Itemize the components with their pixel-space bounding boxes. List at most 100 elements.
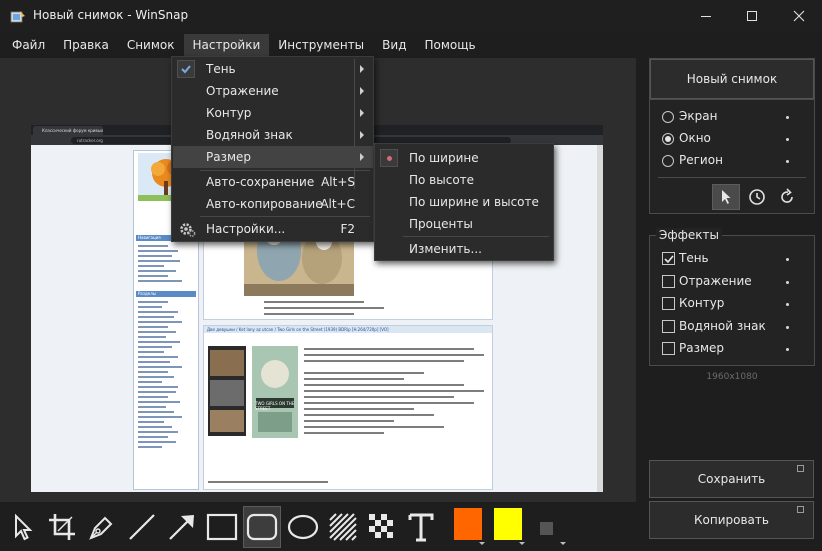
- effect-outline[interactable]: Контур: [662, 295, 802, 313]
- cursor-icon: [722, 190, 731, 204]
- menu-edit[interactable]: Правка: [54, 34, 118, 56]
- copy-button[interactable]: Копировать: [649, 501, 814, 539]
- options-dot-icon[interactable]: [786, 258, 789, 261]
- submenu-item-percent[interactable]: Проценты: [376, 213, 552, 235]
- submenu-arrow-icon: [360, 131, 364, 139]
- save-button-label: Сохранить: [697, 472, 766, 486]
- radio-button[interactable]: [662, 155, 674, 167]
- maximize-button[interactable]: [729, 0, 775, 32]
- radio-button[interactable]: [662, 133, 674, 145]
- hatch-tool-button[interactable]: [324, 506, 362, 548]
- options-dot-icon[interactable]: [786, 326, 789, 329]
- timer-button[interactable]: [743, 184, 771, 210]
- auto-save-indicator[interactable]: [797, 465, 804, 472]
- menu-help[interactable]: Помощь: [415, 34, 484, 56]
- options-dot-icon[interactable]: [786, 160, 789, 163]
- submenu-arrow-icon: [360, 109, 364, 117]
- options-dot-icon[interactable]: [786, 116, 789, 119]
- menu-view[interactable]: Вид: [373, 34, 415, 56]
- preview-nav-line: [138, 336, 166, 338]
- submenu-item-by-width[interactable]: По ширине: [376, 147, 552, 169]
- menu-item-preferences[interactable]: Настройки... F2: [173, 218, 373, 240]
- gear-icon: [180, 223, 196, 237]
- effect-watermark[interactable]: Водяной знак: [662, 318, 802, 336]
- minimize-button[interactable]: [683, 0, 729, 32]
- radio-button[interactable]: [662, 111, 674, 123]
- menu-item-size[interactable]: Размер: [173, 146, 373, 168]
- pointer-tool-button[interactable]: [3, 506, 41, 548]
- size-submenu: По ширине По высоте По ширине и высоте П…: [374, 143, 554, 261]
- save-button[interactable]: Сохранить: [649, 460, 814, 498]
- checkbox[interactable]: [662, 297, 675, 310]
- pixelate-tool-button[interactable]: [363, 506, 401, 548]
- menu-item-auto-copy[interactable]: Авто-копирование Alt+C: [173, 193, 373, 215]
- effects-title: Эффекты: [656, 228, 722, 242]
- menu-item-label: Тень: [206, 62, 236, 76]
- menu-tools[interactable]: Инструменты: [269, 34, 373, 56]
- panel-divider: [650, 99, 814, 100]
- options-dot-icon[interactable]: [786, 138, 789, 141]
- menu-separator: [403, 236, 549, 237]
- panel-divider: [658, 177, 806, 178]
- checkbox[interactable]: [662, 342, 675, 355]
- checkmark-icon: [664, 255, 674, 264]
- line-width-swatch[interactable]: [540, 522, 553, 535]
- preview-nav-line: [138, 371, 168, 373]
- submenu-item-by-width-and-height[interactable]: По ширине и высоте: [376, 191, 552, 213]
- ellipse-tool-button[interactable]: [284, 506, 322, 548]
- options-dot-icon[interactable]: [786, 303, 789, 306]
- close-button[interactable]: [776, 0, 822, 32]
- text-tool-button[interactable]: [402, 506, 440, 548]
- primary-color-swatch[interactable]: [454, 508, 482, 540]
- capture-mode-label: Окно: [679, 131, 711, 145]
- chevron-down-icon[interactable]: [560, 542, 566, 545]
- arrow-tool-button[interactable]: [163, 506, 201, 548]
- preview-nav-line: [138, 386, 178, 388]
- preview-text-line: [304, 390, 484, 392]
- menu-item-auto-save[interactable]: Авто-сохранение Alt+S: [173, 171, 373, 193]
- options-dot-icon[interactable]: [786, 348, 789, 351]
- preview-text-line: [304, 414, 434, 416]
- capture-mode-region[interactable]: Регион: [662, 152, 802, 170]
- effect-shadow[interactable]: Тень: [662, 250, 802, 268]
- new-snapshot-button[interactable]: Новый снимок: [650, 59, 814, 99]
- menu-item-watermark[interactable]: Водяной знак: [173, 124, 373, 146]
- capture-mode-window[interactable]: Окно: [662, 130, 802, 148]
- menu-settings[interactable]: Настройки: [183, 34, 270, 56]
- submenu-item-change[interactable]: Изменить...: [376, 238, 552, 260]
- effect-size[interactable]: Размер: [662, 340, 802, 358]
- line-tool-button[interactable]: [123, 506, 161, 548]
- preview-post-bottom: Две девушки / Ket lany az utcan / Two Gi…: [203, 325, 493, 490]
- menu-item-reflection[interactable]: Отражение: [173, 80, 373, 102]
- menu-file[interactable]: Файл: [0, 34, 54, 56]
- effect-label: Отражение: [679, 274, 752, 288]
- preview-poster-text: TWO GIRLS ON THE STREET: [255, 401, 295, 411]
- checkbox[interactable]: [662, 320, 675, 333]
- pointer-icon: [15, 513, 33, 541]
- rounded-rectangle-tool-button[interactable]: [243, 506, 281, 548]
- pen-tool-button[interactable]: [83, 506, 121, 548]
- auto-copy-indicator[interactable]: [797, 506, 804, 513]
- rectangle-tool-button[interactable]: [203, 506, 241, 548]
- options-dot-icon[interactable]: [786, 281, 789, 284]
- menu-item-label: Отражение: [206, 84, 279, 98]
- checkmark-icon: [181, 65, 191, 74]
- preview-nav-line: [138, 245, 168, 247]
- capture-mode-screen[interactable]: Экран: [662, 108, 802, 126]
- menu-item-outline[interactable]: Контур: [173, 102, 373, 124]
- chevron-down-icon[interactable]: [519, 542, 525, 545]
- secondary-color-swatch[interactable]: [494, 508, 522, 540]
- rounded-rectangle-icon: [246, 513, 278, 541]
- effect-reflection[interactable]: Отражение: [662, 273, 802, 291]
- checkbox[interactable]: [662, 275, 675, 288]
- checkbox[interactable]: [662, 252, 675, 265]
- menu-item-label: Размер: [206, 150, 252, 164]
- cursor-capture-button[interactable]: [712, 184, 740, 210]
- repeat-capture-button[interactable]: [773, 184, 801, 210]
- radio-box: [380, 149, 398, 167]
- menu-capture[interactable]: Снимок: [118, 34, 184, 56]
- crop-tool-button[interactable]: [43, 506, 81, 548]
- menu-item-shadow[interactable]: Тень: [173, 58, 373, 80]
- chevron-down-icon[interactable]: [479, 542, 485, 545]
- submenu-item-by-height[interactable]: По высоте: [376, 169, 552, 191]
